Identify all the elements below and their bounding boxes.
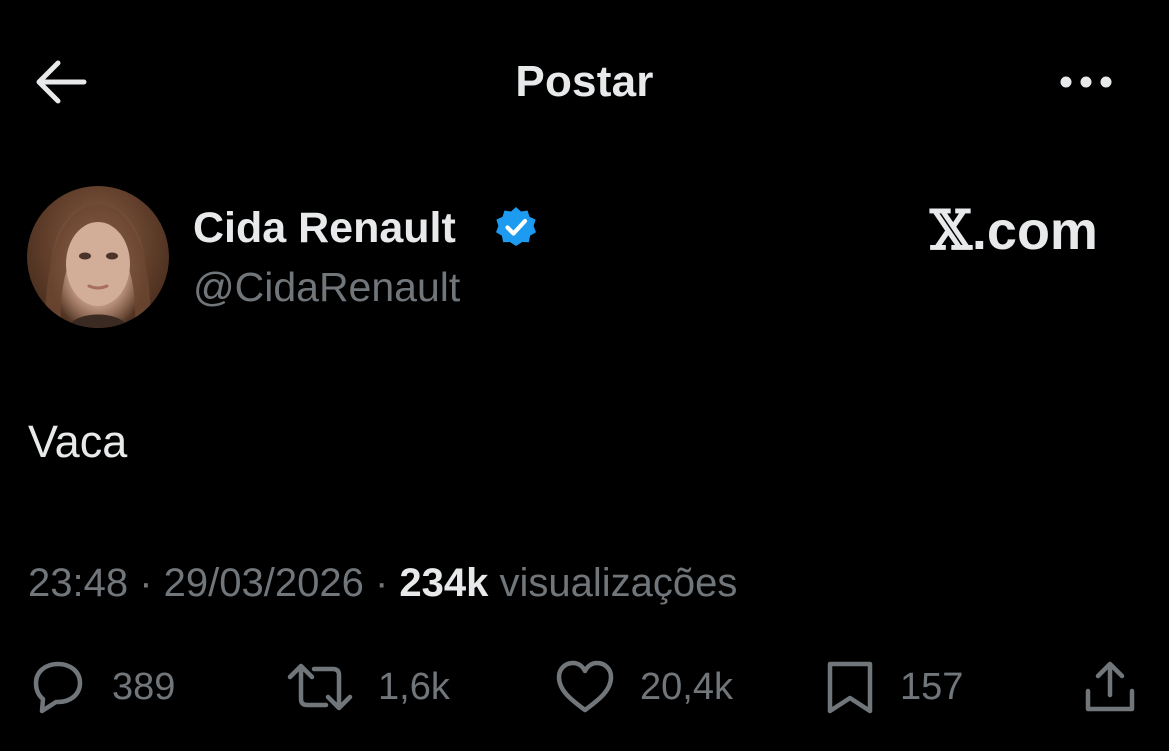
bookmark-icon (827, 661, 873, 714)
heart-icon (556, 660, 614, 713)
more-horizontal-icon (1060, 76, 1112, 88)
author-handle[interactable]: @CidaRenault (193, 262, 460, 312)
like-button[interactable]: 20,4k (554, 655, 733, 719)
page-title: Postar (515, 57, 654, 106)
more-options-button[interactable] (1052, 58, 1120, 106)
post-text: Vaca (28, 416, 128, 467)
verified-badge-icon (496, 207, 536, 246)
x-com-watermark: 𝕏.com (930, 200, 1098, 261)
meta-separator: · (363, 561, 400, 605)
author-display-name[interactable]: Cida Renault (193, 203, 456, 253)
repost-icon (287, 663, 353, 711)
repost-count: 1,6k (378, 666, 450, 708)
share-icon (1085, 661, 1135, 712)
post-time[interactable]: 23:48 (28, 561, 128, 605)
views-label: visualizações (499, 561, 738, 605)
meta-separator: · (128, 561, 164, 605)
post-meta: 23:48 · 29/03/2026 · 234k visualizações (28, 557, 737, 609)
x-logo-glyph: 𝕏 (930, 198, 972, 262)
repost-button[interactable]: 1,6k (286, 655, 450, 719)
bookmark-count: 157 (900, 666, 964, 708)
watermark-suffix: .com (971, 201, 1098, 261)
reply-icon (33, 661, 83, 714)
reply-button[interactable]: 389 (28, 655, 175, 719)
views-count: 234k (399, 561, 489, 605)
post-date[interactable]: 29/03/2026 (164, 561, 364, 605)
bookmark-button[interactable]: 157 (824, 655, 963, 719)
avatar-image (45, 204, 151, 328)
avatar[interactable] (27, 186, 169, 328)
reply-count: 389 (112, 666, 176, 708)
like-count: 20,4k (640, 666, 733, 708)
share-button[interactable] (1082, 655, 1138, 719)
